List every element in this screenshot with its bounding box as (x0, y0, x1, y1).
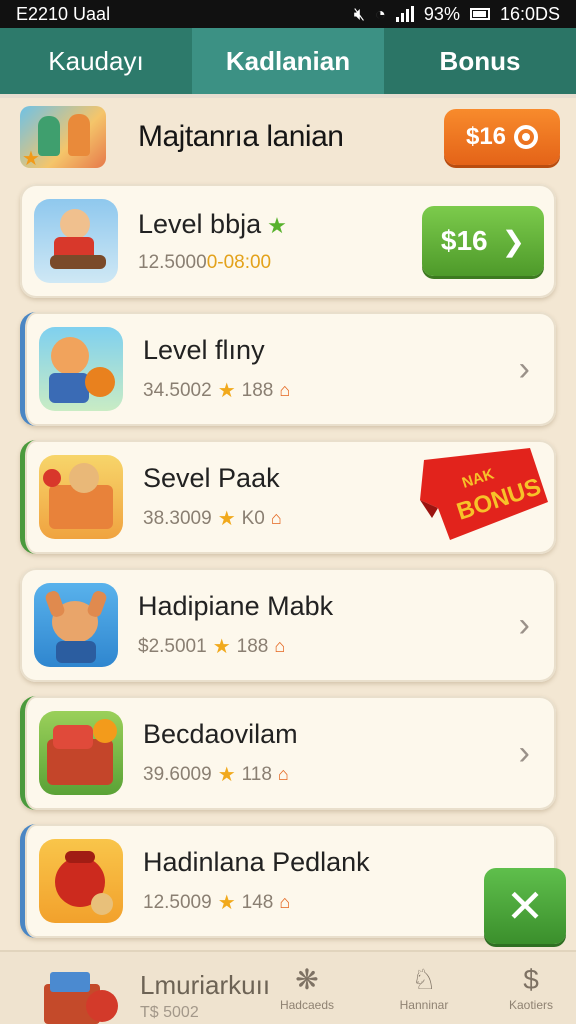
status-icons: 🔇︎ ◔ 93% 16:0DS (354, 4, 560, 25)
star-icon: ★ (217, 508, 236, 530)
play-button[interactable]: $16 ❯ (422, 206, 544, 276)
level-image-4 (34, 583, 118, 667)
level-meta-1: 12.5000 (138, 251, 207, 273)
mute-icon: 🔇︎ (353, 3, 366, 24)
level-image-2 (39, 327, 123, 411)
status-bar: E2210 Uaal 🔇︎ ◔ 93% 16:0DS (0, 0, 576, 28)
level-rating-3: K0 (241, 507, 265, 529)
chevron-right-icon[interactable]: › (519, 608, 530, 642)
level-card-3[interactable]: Sevel Paak 38.3009 ★ K0 ⌂ NAK BONUS (20, 440, 556, 554)
coin-badge-label: $16 (465, 123, 507, 150)
star-icon: ★ (212, 636, 231, 658)
level-meta-6: 12.5009 (143, 891, 212, 913)
badge-icon: ❋ (295, 964, 319, 995)
level-meta-2: 34.5002 (143, 379, 212, 401)
level-card-5[interactable]: Becdaovilam 39.6009 ★ 118 ⌂ › (20, 696, 556, 810)
house-icon: ⌂ (277, 764, 289, 784)
star-icon: ★ (217, 892, 236, 914)
nav-item-cards-label: Hadcaeds (279, 998, 335, 1012)
level-time-1: 0-08:00 (206, 251, 272, 273)
bonus-ribbon[interactable]: NAK BONUS (420, 448, 550, 544)
level-title-5: Becdaovilam (143, 719, 298, 749)
nav-item-trophy[interactable]: ♘ Hanninar (384, 962, 464, 1012)
coin-badge-button[interactable]: $16 (444, 109, 560, 165)
tab-active[interactable]: Kadlanian (192, 28, 384, 94)
level-meta-5: 39.6009 (143, 763, 212, 785)
trophy-icon: ♘ (411, 964, 437, 995)
level-title-4: Hadipiane Mabk (138, 591, 334, 621)
tab-bonus[interactable]: Bonus (384, 28, 576, 94)
level-meta-4: $2.5001 (138, 635, 207, 657)
level-rating-6: 148 (241, 891, 274, 913)
level-meta-3: 38.3009 (143, 507, 212, 529)
wifi-icon: ◔ (375, 3, 386, 24)
header-image: ★ (20, 106, 106, 170)
chevron-right-icon: ❯ (501, 225, 526, 257)
level-rating-2: 188 (241, 379, 274, 401)
chevron-right-icon[interactable]: › (519, 736, 530, 770)
nav-sub-label: T$ 5002 (140, 1004, 199, 1021)
tab-first[interactable]: Kaudayı (0, 28, 192, 94)
level-image-5 (39, 711, 123, 795)
star-icon: ★ (217, 764, 236, 786)
level-image-1 (34, 199, 118, 283)
toybox-icon[interactable] (40, 964, 120, 1024)
level-card-2[interactable]: Level flıny 34.5002 ★ 188 ⌂ › (20, 312, 556, 426)
level-card-6[interactable]: Hadinlana Pedlank 12.5009 ★ 148 ⌂ (20, 824, 556, 938)
house-icon: ⌂ (270, 508, 282, 528)
clock: 16:0DS (499, 3, 560, 24)
house-icon: ⌂ (274, 636, 286, 656)
chevron-right-icon[interactable]: › (519, 352, 530, 386)
nav-main-label[interactable]: Lmuriarkuıı (140, 970, 270, 1001)
level-rating-5: 118 (241, 763, 272, 785)
carrier-text: E2210 Uaal (16, 3, 111, 24)
nav-item-shop[interactable]: $ Kaotiers (496, 962, 566, 1012)
level-title-1: Level bbja (138, 208, 262, 239)
close-button[interactable]: ✕ (484, 868, 566, 944)
level-title-2: Level flıny (143, 335, 265, 365)
house-icon: ⌂ (279, 892, 291, 912)
level-card-4[interactable]: Hadipiane Mabk $2.5001 ★ 188 ⌂ › (20, 568, 556, 682)
dollar-icon: $ (523, 964, 539, 995)
bottom-nav: Lmuriarkuıı T$ 5002 ❋ Hadcaeds ♘ Hannina… (0, 950, 576, 1024)
star-icon: ★ (217, 380, 236, 402)
section-header: ★ Majtanrıa lanian $16 (20, 102, 560, 172)
level-card-1[interactable]: Level bbja ★ 12.5000 0-08:00 $16 ❯ (20, 184, 556, 298)
star-icon: ★ (267, 212, 287, 238)
battery-percent: 93% (423, 3, 460, 24)
house-icon: ⌂ (279, 380, 291, 400)
nav-item-shop-label: Kaotiers (508, 998, 554, 1012)
level-image-3 (39, 455, 123, 539)
level-image-6 (39, 839, 123, 923)
coin-icon (514, 125, 539, 149)
signal-icon (395, 6, 414, 22)
tab-bar: Kaudayı Kadlanian Bonus (0, 28, 576, 98)
nav-item-cards[interactable]: ❋ Hadcaeds (272, 962, 342, 1012)
level-title-3: Sevel Paak (143, 463, 280, 493)
level-rating-4: 188 (236, 635, 269, 657)
section-title: Majtanrıa lanian (138, 120, 344, 153)
play-button-label: $16 (440, 225, 488, 256)
level-title-6: Hadinlana Pedlank (143, 847, 370, 877)
close-icon: ✕ (505, 880, 545, 932)
battery-icon (469, 8, 490, 20)
nav-item-trophy-label: Hanninar (399, 998, 449, 1012)
